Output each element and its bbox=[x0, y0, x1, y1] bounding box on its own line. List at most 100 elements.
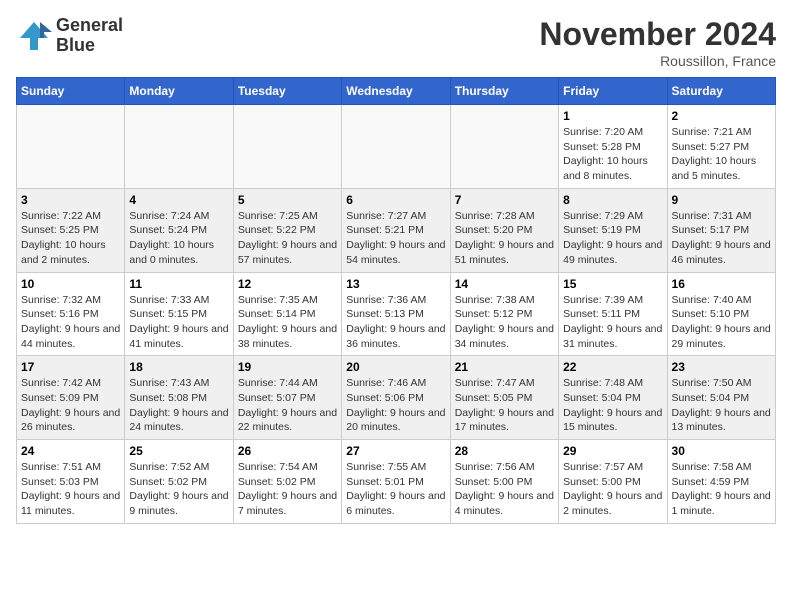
calendar-cell: 4 Sunrise: 7:24 AM Sunset: 5:24 PM Daylig… bbox=[125, 188, 233, 272]
calendar-cell: 25 Sunrise: 7:52 AM Sunset: 5:02 PM Dayli… bbox=[125, 440, 233, 524]
logo: General Blue bbox=[16, 16, 123, 56]
calendar-cell: 1 Sunrise: 7:20 AM Sunset: 5:28 PM Daylig… bbox=[559, 105, 667, 189]
calendar-cell: 22Sunrise: 7:48 AM Sunset: 5:04 PM Dayli… bbox=[559, 356, 667, 440]
day-info: Sunrise: 7:52 AM Sunset: 5:02 PM Dayligh… bbox=[129, 460, 228, 519]
day-number: 5 bbox=[238, 193, 337, 207]
calendar-cell: 7 Sunrise: 7:28 AM Sunset: 5:20 PM Daylig… bbox=[450, 188, 558, 272]
day-info: Sunrise: 7:50 AM Sunset: 5:04 PM Dayligh… bbox=[672, 376, 771, 435]
day-number: 14 bbox=[455, 277, 554, 291]
calendar-week-row: 24 Sunrise: 7:51 AM Sunset: 5:03 PM Dayli… bbox=[17, 440, 776, 524]
day-number: 1 bbox=[563, 109, 662, 123]
location: Roussillon, France bbox=[539, 53, 776, 69]
calendar-cell bbox=[342, 105, 450, 189]
day-number: 23 bbox=[672, 360, 771, 374]
day-number: 17 bbox=[21, 360, 120, 374]
day-number: 15 bbox=[563, 277, 662, 291]
calendar-cell: 11 Sunrise: 7:33 AM Sunset: 5:15 PM Dayli… bbox=[125, 272, 233, 356]
calendar-cell bbox=[450, 105, 558, 189]
day-number: 6 bbox=[346, 193, 445, 207]
day-info: Sunrise: 7:21 AM Sunset: 5:27 PM Dayligh… bbox=[672, 125, 771, 184]
day-header-sunday: Sunday bbox=[17, 78, 125, 105]
day-number: 24 bbox=[21, 444, 120, 458]
calendar-header-row: SundayMondayTuesdayWednesdayThursdayFrid… bbox=[17, 78, 776, 105]
calendar-cell: 6 Sunrise: 7:27 AM Sunset: 5:21 PM Daylig… bbox=[342, 188, 450, 272]
day-header-saturday: Saturday bbox=[667, 78, 775, 105]
day-info: Sunrise: 7:56 AM Sunset: 5:00 PM Dayligh… bbox=[455, 460, 554, 519]
day-number: 26 bbox=[238, 444, 337, 458]
calendar-cell bbox=[125, 105, 233, 189]
calendar-cell: 19 Sunrise: 7:44 AM Sunset: 5:07 PM Dayli… bbox=[233, 356, 341, 440]
day-info: Sunrise: 7:42 AM Sunset: 5:09 PM Dayligh… bbox=[21, 376, 120, 435]
day-info: Sunrise: 7:28 AM Sunset: 5:20 PM Dayligh… bbox=[455, 209, 554, 268]
day-info: Sunrise: 7:27 AM Sunset: 5:21 PM Dayligh… bbox=[346, 209, 445, 268]
day-info: Sunrise: 7:55 AM Sunset: 5:01 PM Dayligh… bbox=[346, 460, 445, 519]
day-header-wednesday: Wednesday bbox=[342, 78, 450, 105]
day-info: Sunrise: 7:35 AM Sunset: 5:14 PM Dayligh… bbox=[238, 293, 337, 352]
day-info: Sunrise: 7:20 AM Sunset: 5:28 PM Dayligh… bbox=[563, 125, 662, 184]
day-number: 4 bbox=[129, 193, 228, 207]
calendar-table: SundayMondayTuesdayWednesdayThursdayFrid… bbox=[16, 77, 776, 524]
logo-icon bbox=[16, 18, 52, 54]
day-info: Sunrise: 7:31 AM Sunset: 5:17 PM Dayligh… bbox=[672, 209, 771, 268]
calendar-cell: 9Sunrise: 7:31 AM Sunset: 5:17 PM Daylig… bbox=[667, 188, 775, 272]
day-info: Sunrise: 7:38 AM Sunset: 5:12 PM Dayligh… bbox=[455, 293, 554, 352]
day-info: Sunrise: 7:36 AM Sunset: 5:13 PM Dayligh… bbox=[346, 293, 445, 352]
day-info: Sunrise: 7:32 AM Sunset: 5:16 PM Dayligh… bbox=[21, 293, 120, 352]
day-number: 16 bbox=[672, 277, 771, 291]
day-info: Sunrise: 7:46 AM Sunset: 5:06 PM Dayligh… bbox=[346, 376, 445, 435]
day-number: 21 bbox=[455, 360, 554, 374]
day-header-monday: Monday bbox=[125, 78, 233, 105]
day-header-tuesday: Tuesday bbox=[233, 78, 341, 105]
calendar-week-row: 17 Sunrise: 7:42 AM Sunset: 5:09 PM Dayli… bbox=[17, 356, 776, 440]
day-number: 10 bbox=[21, 277, 120, 291]
title-block: November 2024 Roussillon, France bbox=[539, 16, 776, 69]
calendar-cell: 13 Sunrise: 7:36 AM Sunset: 5:13 PM Dayli… bbox=[342, 272, 450, 356]
calendar-cell: 30 Sunrise: 7:58 AM Sunset: 4:59 PM Dayli… bbox=[667, 440, 775, 524]
calendar-cell: 26 Sunrise: 7:54 AM Sunset: 5:02 PM Dayli… bbox=[233, 440, 341, 524]
calendar-cell: 17 Sunrise: 7:42 AM Sunset: 5:09 PM Dayli… bbox=[17, 356, 125, 440]
day-info: Sunrise: 7:58 AM Sunset: 4:59 PM Dayligh… bbox=[672, 460, 771, 519]
calendar-week-row: 1 Sunrise: 7:20 AM Sunset: 5:28 PM Daylig… bbox=[17, 105, 776, 189]
day-number: 30 bbox=[672, 444, 771, 458]
page-header: General Blue November 2024 Roussillon, F… bbox=[16, 16, 776, 69]
calendar-cell: 10 Sunrise: 7:32 AM Sunset: 5:16 PM Dayli… bbox=[17, 272, 125, 356]
day-number: 19 bbox=[238, 360, 337, 374]
day-number: 11 bbox=[129, 277, 228, 291]
calendar-cell: 14 Sunrise: 7:38 AM Sunset: 5:12 PM Dayli… bbox=[450, 272, 558, 356]
day-info: Sunrise: 7:54 AM Sunset: 5:02 PM Dayligh… bbox=[238, 460, 337, 519]
calendar-cell: 23 Sunrise: 7:50 AM Sunset: 5:04 PM Dayli… bbox=[667, 356, 775, 440]
calendar-cell: 21Sunrise: 7:47 AM Sunset: 5:05 PM Dayli… bbox=[450, 356, 558, 440]
day-number: 2 bbox=[672, 109, 771, 123]
day-number: 12 bbox=[238, 277, 337, 291]
day-info: Sunrise: 7:39 AM Sunset: 5:11 PM Dayligh… bbox=[563, 293, 662, 352]
day-header-thursday: Thursday bbox=[450, 78, 558, 105]
day-info: Sunrise: 7:25 AM Sunset: 5:22 PM Dayligh… bbox=[238, 209, 337, 268]
day-number: 13 bbox=[346, 277, 445, 291]
day-number: 7 bbox=[455, 193, 554, 207]
calendar-cell: 3Sunrise: 7:22 AM Sunset: 5:25 PM Daylig… bbox=[17, 188, 125, 272]
calendar-cell bbox=[233, 105, 341, 189]
calendar-cell: 2 Sunrise: 7:21 AM Sunset: 5:27 PM Daylig… bbox=[667, 105, 775, 189]
day-info: Sunrise: 7:29 AM Sunset: 5:19 PM Dayligh… bbox=[563, 209, 662, 268]
day-number: 28 bbox=[455, 444, 554, 458]
calendar-week-row: 3Sunrise: 7:22 AM Sunset: 5:25 PM Daylig… bbox=[17, 188, 776, 272]
month-title: November 2024 bbox=[539, 16, 776, 53]
day-info: Sunrise: 7:44 AM Sunset: 5:07 PM Dayligh… bbox=[238, 376, 337, 435]
day-info: Sunrise: 7:51 AM Sunset: 5:03 PM Dayligh… bbox=[21, 460, 120, 519]
calendar-cell: 24 Sunrise: 7:51 AM Sunset: 5:03 PM Dayli… bbox=[17, 440, 125, 524]
day-info: Sunrise: 7:33 AM Sunset: 5:15 PM Dayligh… bbox=[129, 293, 228, 352]
calendar-week-row: 10 Sunrise: 7:32 AM Sunset: 5:16 PM Dayli… bbox=[17, 272, 776, 356]
calendar-cell: 8Sunrise: 7:29 AM Sunset: 5:19 PM Daylig… bbox=[559, 188, 667, 272]
calendar-cell: 18Sunrise: 7:43 AM Sunset: 5:08 PM Dayli… bbox=[125, 356, 233, 440]
day-number: 20 bbox=[346, 360, 445, 374]
calendar-cell: 5 Sunrise: 7:25 AM Sunset: 5:22 PM Daylig… bbox=[233, 188, 341, 272]
day-info: Sunrise: 7:48 AM Sunset: 5:04 PM Dayligh… bbox=[563, 376, 662, 435]
day-number: 29 bbox=[563, 444, 662, 458]
calendar-cell: 29Sunrise: 7:57 AM Sunset: 5:00 PM Dayli… bbox=[559, 440, 667, 524]
calendar-cell: 28 Sunrise: 7:56 AM Sunset: 5:00 PM Dayli… bbox=[450, 440, 558, 524]
day-number: 25 bbox=[129, 444, 228, 458]
day-info: Sunrise: 7:24 AM Sunset: 5:24 PM Dayligh… bbox=[129, 209, 228, 268]
calendar-cell: 20 Sunrise: 7:46 AM Sunset: 5:06 PM Dayli… bbox=[342, 356, 450, 440]
calendar-cell: 16Sunrise: 7:40 AM Sunset: 5:10 PM Dayli… bbox=[667, 272, 775, 356]
calendar-cell bbox=[17, 105, 125, 189]
